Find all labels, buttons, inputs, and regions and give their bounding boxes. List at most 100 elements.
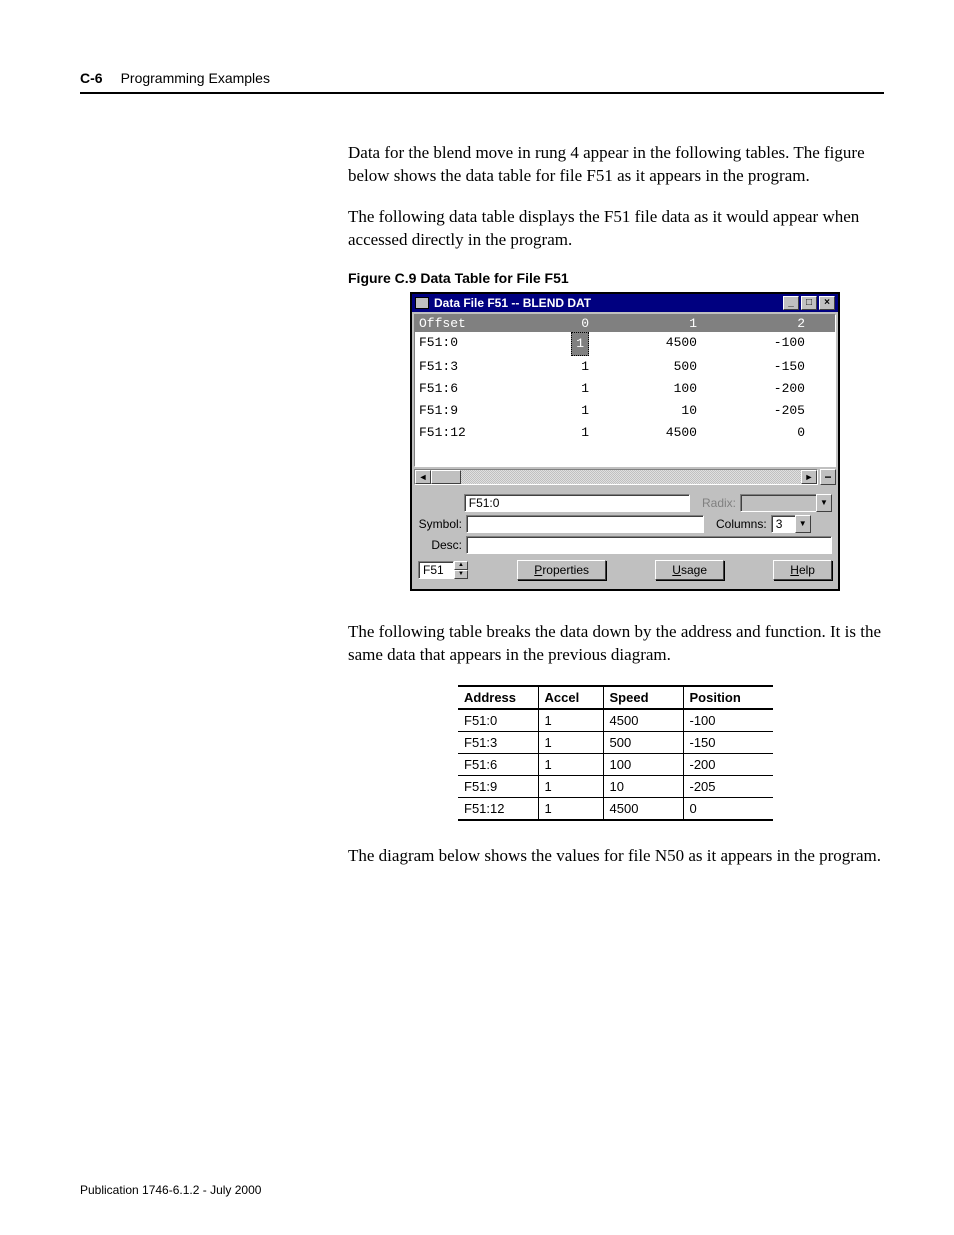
columns-value[interactable]: 3 [771, 515, 795, 533]
cell-speed: 500 [603, 731, 683, 753]
th-speed: Speed [603, 686, 683, 709]
grid-cell-offset: F51:0 [415, 332, 493, 356]
grid-cell[interactable]: 10 [601, 400, 709, 422]
desc-label: Desc: [418, 538, 462, 552]
horizontal-scrollbar[interactable]: ◄ ► [414, 469, 818, 485]
cell-position: -200 [683, 753, 773, 775]
header-rule [80, 92, 884, 94]
grid-cell[interactable]: 0 [709, 422, 817, 444]
properties-button[interactable]: Properties [517, 560, 606, 580]
scroll-left-button[interactable]: ◄ [415, 470, 431, 484]
th-position: Position [683, 686, 773, 709]
cell-accel: 1 [538, 709, 603, 732]
intro-paragraph-2: The following data table displays the F5… [348, 206, 888, 252]
columns-dropdown[interactable]: 3 ▼ [771, 515, 811, 533]
grid-row[interactable]: F51:9 1 10 -205 [415, 400, 835, 422]
summary-paragraph: The following table breaks the data down… [348, 621, 888, 667]
dialog-form-area: F51:0 Radix: ▼ Symbol: Columns: 3 ▼ Desc… [412, 489, 838, 589]
data-file-dialog: Data File F51 -- BLEND DAT _ □ × Offset … [410, 292, 840, 591]
table-row: F51:12 1 4500 0 [458, 797, 773, 820]
file-spin-value[interactable]: F51 [418, 561, 454, 579]
scroll-right-button[interactable]: ► [801, 470, 817, 484]
cell-address: F51:3 [458, 731, 538, 753]
cell-accel: 1 [538, 731, 603, 753]
cell-position: -205 [683, 775, 773, 797]
scroll-track[interactable] [461, 470, 801, 484]
grid-cell[interactable]: 1 [493, 422, 601, 444]
cell-address: F51:6 [458, 753, 538, 775]
grid-cell[interactable]: -150 [709, 356, 817, 378]
grid-cell[interactable]: 100 [601, 378, 709, 400]
cell-accel: 1 [538, 797, 603, 820]
grid-row[interactable]: F51:6 1 100 -200 [415, 378, 835, 400]
table-row: F51:0 1 4500 -100 [458, 709, 773, 732]
cell-speed: 10 [603, 775, 683, 797]
dropdown-arrow-icon[interactable]: ▼ [816, 494, 832, 512]
close-button[interactable]: × [819, 296, 835, 310]
grid-cell[interactable]: 4500 [601, 422, 709, 444]
page-number: C-6 [80, 70, 103, 86]
cell-position: -150 [683, 731, 773, 753]
usage-button[interactable]: Usage [655, 560, 724, 580]
grid-cell-offset: F51:6 [415, 378, 493, 400]
data-grid: Offset 0 1 2 F51:0 1 4500 -100 F51:3 1 5… [414, 314, 836, 467]
cell-address: F51:0 [458, 709, 538, 732]
grid-row[interactable]: F51:0 1 4500 -100 [415, 332, 835, 356]
grid-cell[interactable]: 1 [493, 378, 601, 400]
spin-down-icon[interactable]: ▼ [454, 570, 468, 579]
help-button[interactable]: Help [773, 560, 832, 580]
collapse-button[interactable]: − [820, 469, 836, 485]
th-address: Address [458, 686, 538, 709]
cell-address: F51:9 [458, 775, 538, 797]
grid-header-offset: Offset [415, 316, 493, 331]
columns-label: Columns: [716, 517, 767, 531]
dropdown-arrow-icon[interactable]: ▼ [795, 515, 811, 533]
intro-paragraph-1: Data for the blend move in rung 4 appear… [348, 142, 888, 188]
grid-header-row: Offset 0 1 2 [415, 315, 835, 332]
grid-row[interactable]: F51:12 1 4500 0 [415, 422, 835, 444]
cell-speed: 4500 [603, 709, 683, 732]
symbol-label: Symbol: [418, 517, 462, 531]
table-row: F51:9 1 10 -205 [458, 775, 773, 797]
grid-header-col-1: 1 [601, 316, 709, 331]
grid-cell[interactable]: -100 [709, 332, 817, 356]
radix-value [740, 494, 816, 512]
spin-up-icon[interactable]: ▲ [454, 561, 468, 570]
content-column: Data for the blend move in rung 4 appear… [348, 142, 888, 868]
dialog-titlebar[interactable]: Data File F51 -- BLEND DAT _ □ × [412, 294, 838, 312]
grid-cell[interactable]: 1 [493, 400, 601, 422]
grid-header-col-0: 0 [493, 316, 601, 331]
table-row: F51:6 1 100 -200 [458, 753, 773, 775]
cell-accel: 1 [538, 775, 603, 797]
cell-accel: 1 [538, 753, 603, 775]
table-row: F51:3 1 500 -150 [458, 731, 773, 753]
address-input[interactable]: F51:0 [464, 494, 690, 512]
grid-cell[interactable]: -205 [709, 400, 817, 422]
desc-input[interactable] [466, 536, 832, 554]
file-spinner[interactable]: F51 ▲ ▼ [418, 561, 468, 579]
selected-cell[interactable]: 1 [571, 332, 589, 356]
grid-cell[interactable]: -200 [709, 378, 817, 400]
radix-label: Radix: [702, 496, 736, 510]
cell-speed: 4500 [603, 797, 683, 820]
grid-header-col-2: 2 [709, 316, 817, 331]
th-accel: Accel [538, 686, 603, 709]
cell-address: F51:12 [458, 797, 538, 820]
radix-dropdown[interactable]: ▼ [740, 494, 832, 512]
maximize-button[interactable]: □ [801, 296, 817, 310]
grid-row[interactable]: F51:3 1 500 -150 [415, 356, 835, 378]
figure-caption: Figure C.9 Data Table for File F51 [348, 270, 888, 286]
grid-blank-row [415, 444, 835, 466]
summary-table: Address Accel Speed Position F51:0 1 450… [458, 685, 773, 821]
section-title: Programming Examples [121, 70, 270, 86]
grid-cell[interactable]: 1 [493, 332, 601, 356]
scroll-thumb[interactable] [431, 470, 461, 484]
minimize-button[interactable]: _ [783, 296, 799, 310]
dialog-title: Data File F51 -- BLEND DAT [434, 296, 591, 310]
grid-cell-offset: F51:12 [415, 422, 493, 444]
cell-position: 0 [683, 797, 773, 820]
grid-cell[interactable]: 1 [493, 356, 601, 378]
grid-cell[interactable]: 500 [601, 356, 709, 378]
symbol-input[interactable] [466, 515, 704, 533]
grid-cell[interactable]: 4500 [601, 332, 709, 356]
